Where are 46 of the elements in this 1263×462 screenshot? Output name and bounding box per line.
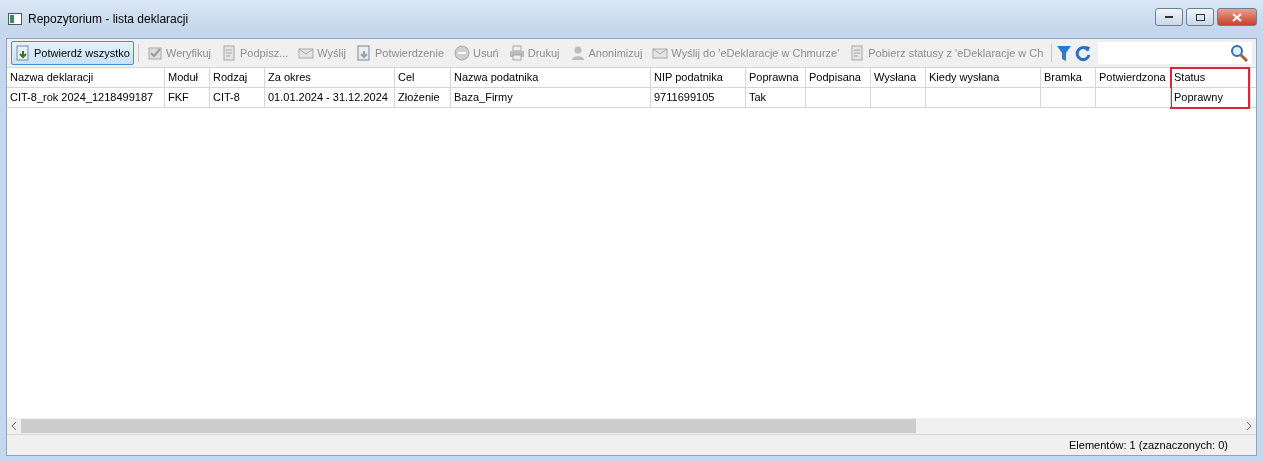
column-header[interactable]: Nazwa podatnika xyxy=(454,71,539,83)
maximize-button[interactable] xyxy=(1186,8,1214,26)
column-header[interactable]: Cel xyxy=(398,71,415,83)
column-header[interactable]: Bramka xyxy=(1044,71,1082,83)
toolbar-button[interactable]: Potwierdź wszystko xyxy=(11,41,134,65)
column-header[interactable]: NIP podatnika xyxy=(654,71,723,83)
window-title: Repozytorium - lista deklaracji xyxy=(28,12,189,26)
envelope-icon xyxy=(298,45,315,61)
column-header[interactable]: Za okres xyxy=(268,71,311,83)
column-header[interactable]: Wysłana xyxy=(874,71,917,83)
table-cell: CIT-8 xyxy=(210,88,265,107)
check-icon xyxy=(147,45,163,61)
maximize-icon xyxy=(1195,13,1205,21)
table-cell: Złożenie xyxy=(395,88,451,107)
table-cell: CIT-8_rok 2024_1218499187 xyxy=(7,88,165,107)
person-icon xyxy=(569,45,586,61)
printer-icon xyxy=(508,45,525,61)
column-header[interactable]: Moduł xyxy=(168,71,198,83)
document-icon xyxy=(849,45,866,61)
column-header[interactable]: Potwierdzona xyxy=(1099,71,1166,83)
table-cell: 9711699105 xyxy=(651,88,746,107)
table-cell: Baza_Firmy xyxy=(451,88,651,107)
document-icon xyxy=(221,45,237,61)
column-header[interactable]: Podpisana xyxy=(809,71,861,83)
minimize-button[interactable] xyxy=(1155,8,1183,26)
minimize-icon xyxy=(1165,15,1173,19)
close-icon xyxy=(1232,12,1242,22)
refresh-icon[interactable] xyxy=(1074,44,1093,62)
table-cell: Poprawny xyxy=(1171,88,1251,107)
search-field[interactable] xyxy=(1098,42,1252,64)
minus-circle-icon xyxy=(454,45,471,61)
table-cell: 01.01.2024 - 31.12.2024 xyxy=(265,88,395,107)
scrollbar-thumb[interactable] xyxy=(21,419,916,433)
column-header[interactable]: Kiedy wysłana xyxy=(929,71,1000,83)
column-header[interactable]: Nazwa deklaracji xyxy=(10,71,94,83)
window-icon xyxy=(8,13,22,25)
envelope-icon xyxy=(652,45,669,61)
search-icon[interactable] xyxy=(1230,44,1248,62)
table-cell: Tak xyxy=(746,88,806,107)
column-header[interactable]: Rodzaj xyxy=(213,71,248,83)
column-header[interactable]: Status xyxy=(1174,71,1206,83)
column-header[interactable]: Poprawna xyxy=(749,71,799,83)
filter-icon[interactable] xyxy=(1056,44,1073,62)
status-text: Elementów: 1 (zaznaczonych: 0) xyxy=(1069,439,1228,451)
table-cell: FKF xyxy=(165,88,210,107)
close-button[interactable] xyxy=(1217,8,1257,26)
